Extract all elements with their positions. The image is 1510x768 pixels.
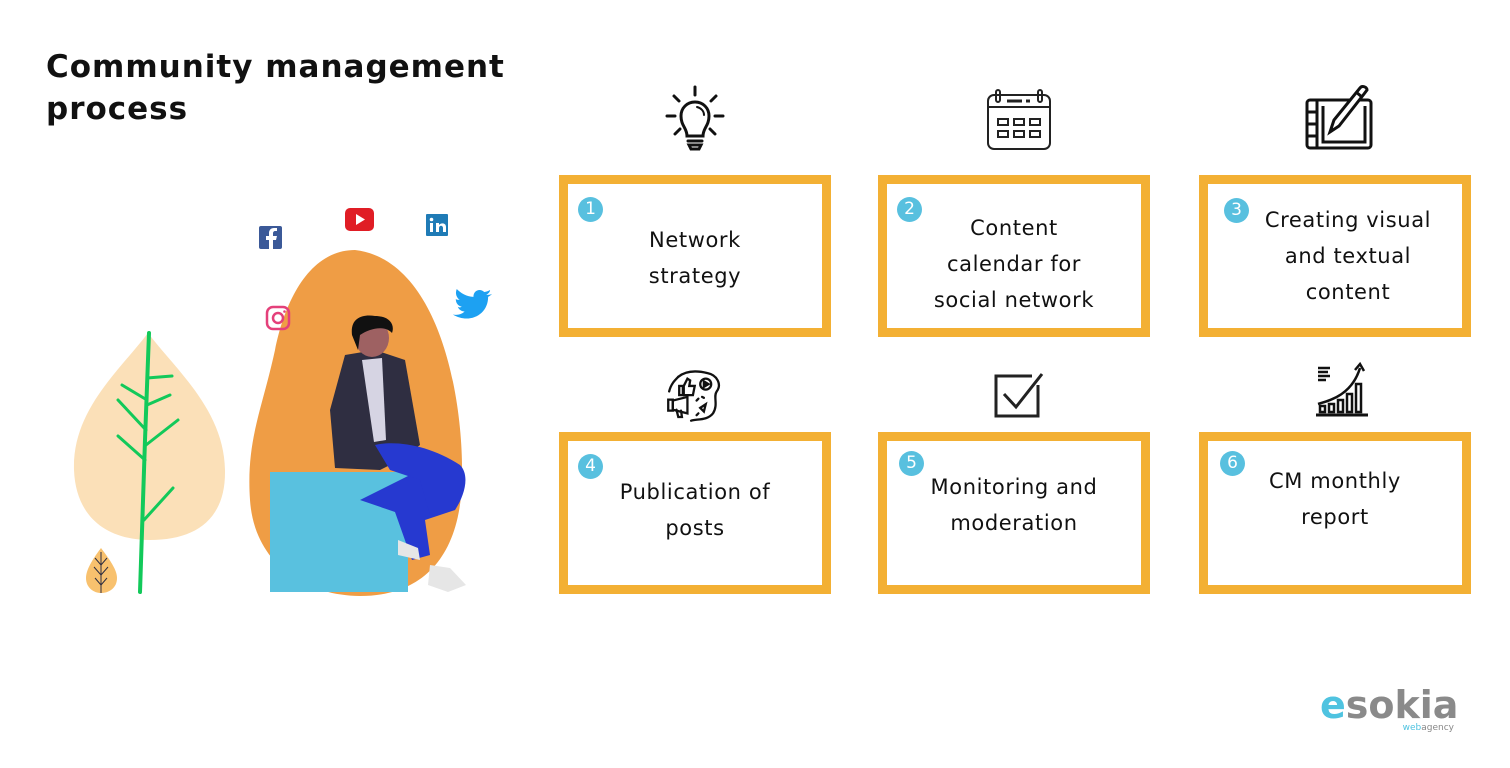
step-label-line: strategy	[648, 264, 742, 288]
logo-e: e	[1320, 683, 1346, 727]
lightbulb-icon	[660, 84, 730, 154]
megaphone-social-icon	[660, 364, 724, 428]
illustration	[73, 208, 493, 596]
step-card: 4 Publication of posts	[559, 432, 831, 594]
step-label-line: Monitoring and	[930, 475, 1098, 499]
step-label: Network strategy	[598, 222, 792, 294]
step-label: CM monthly report	[1228, 463, 1442, 535]
youtube-icon	[345, 208, 374, 231]
step-label-line: social network	[933, 288, 1095, 312]
esokia-logo: esokia webagency	[1320, 685, 1460, 740]
step-label-line: calendar for	[946, 252, 1082, 276]
logo-tagline: webagency	[1403, 723, 1454, 733]
step-label-line: content	[1305, 280, 1391, 304]
logo-wordmark: esokia	[1320, 685, 1460, 725]
step-card: 1 Network strategy	[559, 175, 831, 337]
step-label-line: posts	[665, 516, 725, 540]
logo-tagline-agency: agency	[1421, 723, 1454, 733]
step-card: 5 Monitoring and moderation	[878, 432, 1150, 594]
drawing-tablet-icon	[1304, 80, 1374, 150]
step-label: Content calendar for social network	[907, 210, 1121, 318]
step-label-line: Network	[649, 228, 741, 252]
step-label-line: moderation	[950, 511, 1078, 535]
step-label-line: report	[1301, 505, 1369, 529]
facebook-icon	[259, 226, 282, 249]
logo-rest: sokia	[1345, 683, 1459, 727]
step-label-line: Creating visual	[1264, 208, 1432, 232]
step-number-badge: 1	[578, 197, 603, 222]
twitter-icon	[452, 289, 493, 319]
linkedin-icon	[426, 214, 448, 236]
step-label-line: Content	[970, 216, 1058, 240]
growth-chart-icon	[1312, 360, 1372, 420]
step-label: Creating visual and textual content	[1238, 202, 1458, 310]
step-label-line: Publication of	[619, 480, 771, 504]
step-label: Monitoring and moderation	[903, 469, 1125, 541]
step-card: 3 Creating visual and textual content	[1199, 175, 1471, 337]
step-card: 2 Content calendar for social network	[878, 175, 1150, 337]
logo-tagline-web: web	[1402, 723, 1422, 733]
step-card: 6 CM monthly report	[1199, 432, 1471, 594]
step-label-line: and textual	[1284, 244, 1412, 268]
step-label-line: CM monthly	[1269, 469, 1401, 493]
checkbox-icon	[990, 370, 1046, 420]
step-label: Publication of posts	[588, 474, 802, 546]
calendar-icon	[984, 86, 1054, 156]
page-title: Community management process	[46, 49, 505, 127]
